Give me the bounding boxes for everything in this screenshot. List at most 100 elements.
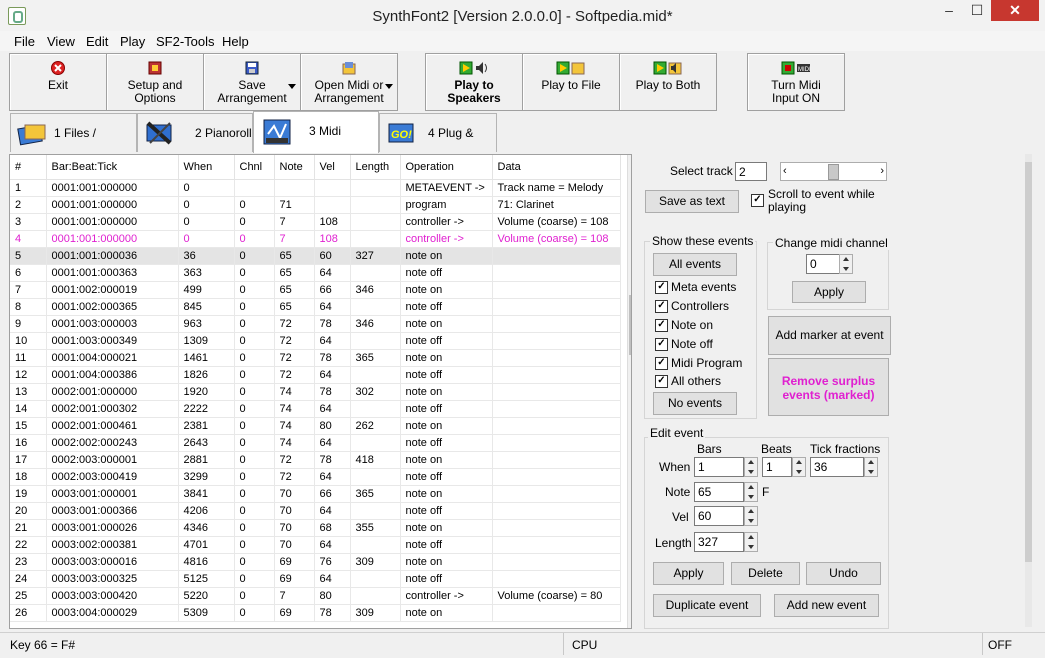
column-header[interactable]: Data (492, 155, 621, 180)
close-button[interactable]: ✕ (991, 0, 1039, 21)
remove-surplus-button[interactable]: Remove surplus events (marked) (768, 358, 889, 416)
table-row[interactable]: 20 0003:001:000366 4206 0 70 64 note off (10, 502, 621, 520)
save-as-text-button[interactable]: Save as text (645, 190, 739, 213)
table-row[interactable]: 5 0001:001:000036 36 0 65 60 327 note on (10, 247, 621, 265)
grid-scrollbar[interactable] (627, 155, 631, 628)
note-on-checkbox[interactable]: ✓ (655, 319, 668, 332)
all-events-button[interactable]: All events (653, 253, 737, 276)
table-row[interactable]: 23 0003:003:000016 4816 0 69 76 309 note on (10, 553, 621, 571)
save-arrangement-button[interactable]: Save Arrangement (203, 53, 301, 111)
note-field[interactable]: 65 (694, 482, 744, 502)
tab-plug-play[interactable]: GO! 4 Plug & Play (379, 113, 497, 178)
column-header[interactable]: # (10, 155, 47, 180)
slider-left-arrow-icon[interactable]: ‹ (783, 164, 787, 178)
menu-file[interactable]: File (14, 34, 35, 49)
channel-field[interactable]: 0 (806, 254, 840, 274)
table-row[interactable]: 25 0003:003:000420 5220 0 7 80 controller -> Vo… (10, 587, 621, 605)
column-header[interactable]: Length (350, 155, 401, 180)
menu-sf2-tools[interactable]: SF2-Tools (156, 34, 215, 49)
tab-midi-events[interactable]: 3 Midi events (253, 111, 379, 176)
scroll-to-event-checkbox[interactable]: ✓ (751, 194, 764, 207)
table-row[interactable]: 11 0001:004:000021 1461 0 72 78 365 note on (10, 349, 621, 367)
add-marker-button[interactable]: Add marker at event (768, 316, 891, 355)
panel-scrollbar[interactable] (1025, 154, 1032, 627)
length-field[interactable]: 327 (694, 532, 744, 552)
table-row[interactable]: 18 0002:003:000419 3299 0 72 64 note off (10, 468, 621, 486)
when-ticks-spinner[interactable] (864, 457, 878, 477)
table-row[interactable]: 4 0001:001:000000 0 0 7 108 controller -> Volum… (10, 230, 621, 248)
table-row[interactable]: 22 0003:002:000381 4701 0 70 64 note off (10, 536, 621, 554)
table-row[interactable]: 8 0001:002:000365 845 0 65 64 note off (10, 298, 621, 316)
table-row[interactable]: 24 0003:003:000325 5125 0 69 64 note off (10, 570, 621, 588)
play-to-file-button[interactable]: Play to File (522, 53, 620, 111)
duplicate-event-button[interactable]: Duplicate event (653, 594, 761, 617)
midi-input-button[interactable]: MIDI Turn Midi Input ON (747, 53, 845, 111)
velocity-spinner[interactable] (744, 506, 758, 526)
track-slider[interactable]: ‹ › (780, 162, 887, 181)
dropdown-arrow-icon[interactable] (385, 84, 393, 89)
column-header[interactable]: Vel (314, 155, 351, 180)
dropdown-arrow-icon[interactable] (288, 84, 296, 89)
when-bars-field[interactable]: 1 (694, 457, 744, 477)
slider-right-arrow-icon[interactable]: › (880, 164, 884, 178)
apply-channel-button[interactable]: Apply (792, 281, 866, 303)
controllers-checkbox[interactable]: ✓ (655, 300, 668, 313)
tab-pianoroll[interactable]: 2 Pianoroll (137, 113, 253, 152)
play-to-both-button[interactable]: Play to Both (619, 53, 717, 111)
table-row[interactable]: 12 0001:004:000386 1826 0 72 64 note off (10, 366, 621, 384)
when-beats-field[interactable]: 1 (762, 457, 792, 477)
menu-help[interactable]: Help (222, 34, 249, 49)
select-track-field[interactable]: 2 (735, 162, 767, 181)
table-row[interactable]: 19 0003:001:000001 3841 0 70 66 365 note on (10, 485, 621, 503)
exit-button[interactable]: Exit (9, 53, 107, 111)
scrollbar-thumb[interactable] (629, 295, 631, 355)
menu-play[interactable]: Play (120, 34, 145, 49)
velocity-field[interactable]: 60 (694, 506, 744, 526)
table-row[interactable]: 10 0001:003:000349 1309 0 72 64 note off (10, 332, 621, 350)
undo-button[interactable]: Undo (806, 562, 881, 585)
meta-events-checkbox[interactable]: ✓ (655, 281, 668, 294)
column-header[interactable]: Chnl (234, 155, 275, 180)
panel-scrollbar-thumb[interactable] (1025, 162, 1032, 562)
table-row[interactable]: 16 0002:002:000243 2643 0 74 64 note off (10, 434, 621, 452)
table-row[interactable]: 9 0001:003:000003 963 0 72 78 346 note on (10, 315, 621, 333)
menu-view[interactable]: View (47, 34, 75, 49)
note-off-checkbox[interactable]: ✓ (655, 338, 668, 351)
length-spinner[interactable] (744, 532, 758, 552)
menu-edit[interactable]: Edit (86, 34, 108, 49)
table-row[interactable]: 26 0003:004:000029 5309 0 69 78 309 note on (10, 604, 621, 622)
no-events-button[interactable]: No events (653, 392, 737, 415)
setup-options-button[interactable]: Setup and Options (106, 53, 204, 111)
table-row[interactable]: 17 0002:003:000001 2881 0 72 78 418 note on (10, 451, 621, 469)
column-header[interactable]: Bar:Beat:Tick (46, 155, 179, 180)
when-beats-spinner[interactable] (792, 457, 806, 477)
table-row[interactable]: 6 0001:001:000363 363 0 65 64 note off (10, 264, 621, 282)
open-midi-button[interactable]: Open Midi or Arrangement (300, 53, 398, 111)
midi-events-grid[interactable]: # Bar:Beat:Tick When Chnl Note Vel Length Opera… (9, 154, 632, 629)
maximize-button[interactable]: ☐ (963, 0, 991, 21)
all-others-checkbox[interactable]: ✓ (655, 375, 668, 388)
apply-edit-button[interactable]: Apply (653, 562, 724, 585)
table-row[interactable]: 21 0003:001:000026 4346 0 70 68 355 note on (10, 519, 621, 537)
table-row[interactable]: 1 0001:001:000000 0 METAEVENT -> Track name … (10, 179, 621, 197)
table-row[interactable]: 13 0002:001:000000 1920 0 74 78 302 note on (10, 383, 621, 401)
table-row[interactable]: 14 0002:001:000302 2222 0 74 64 note off (10, 400, 621, 418)
minimize-button[interactable]: – (935, 0, 963, 21)
channel-spinner[interactable] (839, 254, 853, 274)
column-header[interactable]: When (178, 155, 235, 180)
column-header[interactable]: Operation (400, 155, 493, 180)
delete-button[interactable]: Delete (731, 562, 800, 585)
table-row[interactable]: 3 0001:001:000000 0 0 7 108 controller -> Volum… (10, 213, 621, 231)
midi-program-checkbox[interactable]: ✓ (655, 357, 668, 370)
when-ticks-field[interactable]: 36 (810, 457, 864, 477)
table-row[interactable]: 2 0001:001:000000 0 0 71 program 71: Clarinet (10, 196, 621, 214)
table-row[interactable]: 7 0001:002:000019 499 0 65 66 346 note on (10, 281, 621, 299)
play-to-speakers-button[interactable]: Play to Speakers (425, 53, 523, 111)
when-bars-spinner[interactable] (744, 457, 758, 477)
note-spinner[interactable] (744, 482, 758, 502)
slider-thumb[interactable] (828, 164, 839, 180)
column-header[interactable]: Note (274, 155, 315, 180)
tab-files-folders[interactable]: 1 Files / Folders (10, 113, 137, 178)
add-new-event-button[interactable]: Add new event (774, 594, 879, 617)
table-row[interactable]: 15 0002:001:000461 2381 0 74 80 262 note on (10, 417, 621, 435)
